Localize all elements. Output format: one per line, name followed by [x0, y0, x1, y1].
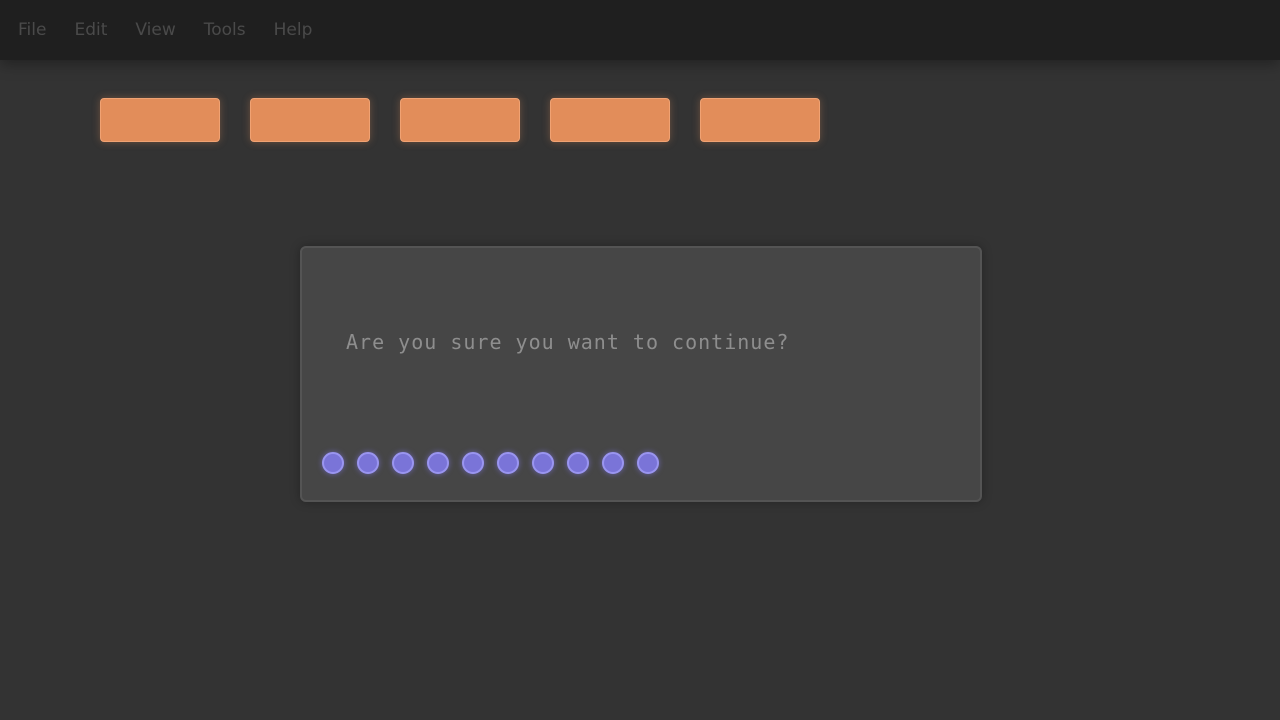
loading-dot	[532, 452, 554, 474]
toolbar-button-1[interactable]	[100, 98, 220, 142]
menu-tools[interactable]: Tools	[204, 20, 246, 40]
toolbar-button-5[interactable]	[700, 98, 820, 142]
toolbar	[100, 98, 820, 142]
confirm-dialog: Are you sure you want to continue?	[300, 246, 982, 502]
menu-help[interactable]: Help	[274, 20, 313, 40]
loading-dot	[497, 452, 519, 474]
menu-bar: File Edit View Tools Help	[0, 0, 1280, 60]
loading-dot	[602, 452, 624, 474]
loading-dot	[392, 452, 414, 474]
toolbar-button-3[interactable]	[400, 98, 520, 142]
toolbar-button-4[interactable]	[550, 98, 670, 142]
menu-view[interactable]: View	[135, 20, 175, 40]
loading-dot	[322, 452, 344, 474]
loading-dot	[567, 452, 589, 474]
loading-dot	[462, 452, 484, 474]
menu-edit[interactable]: Edit	[74, 20, 107, 40]
loading-indicator	[322, 452, 659, 474]
toolbar-button-2[interactable]	[250, 98, 370, 142]
loading-dot	[357, 452, 379, 474]
dialog-message: Are you sure you want to continue?	[346, 330, 790, 354]
loading-dot	[427, 452, 449, 474]
loading-dot	[637, 452, 659, 474]
menu-file[interactable]: File	[18, 20, 46, 40]
